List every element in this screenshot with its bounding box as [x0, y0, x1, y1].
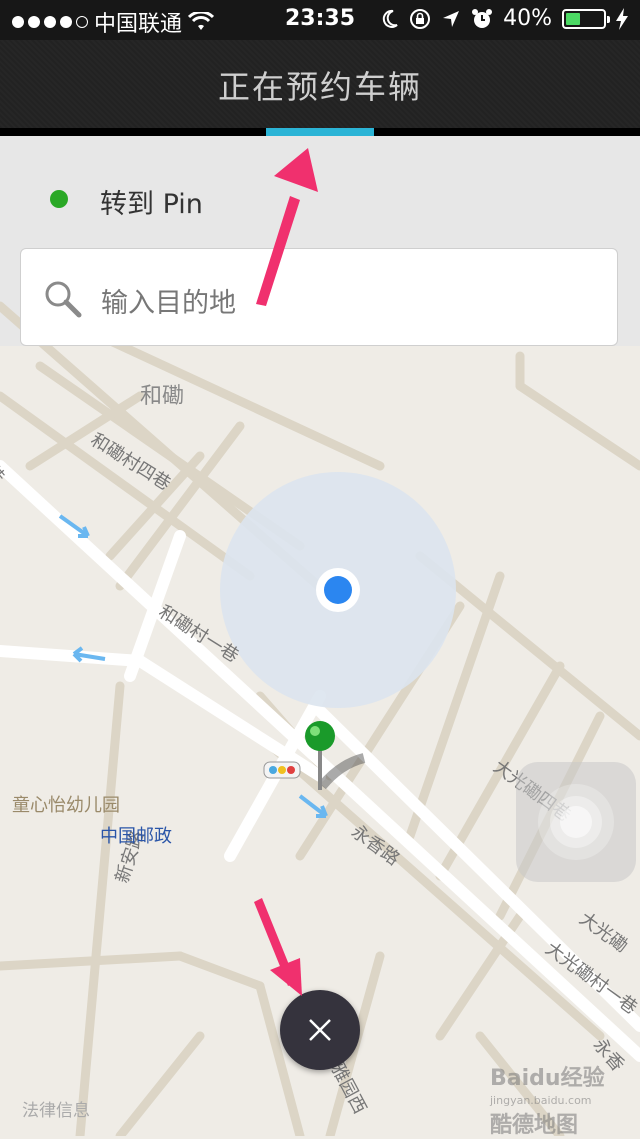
annotation-arrow-icon [254, 898, 302, 996]
watermark-text: Baidu经验 [490, 1066, 605, 1091]
annotation-arrow-icon [256, 148, 318, 306]
watermark: Baidu经验 jingyan.baidu.com 酷德地图 [490, 1060, 605, 1139]
annotation-arrows [254, 148, 318, 996]
watermark-subtext: jingyan.baidu.com [490, 1094, 592, 1107]
watermark-text-2: 酷德地图 [490, 1113, 579, 1138]
legal-info-link[interactable]: 法律信息 [22, 1096, 90, 1121]
